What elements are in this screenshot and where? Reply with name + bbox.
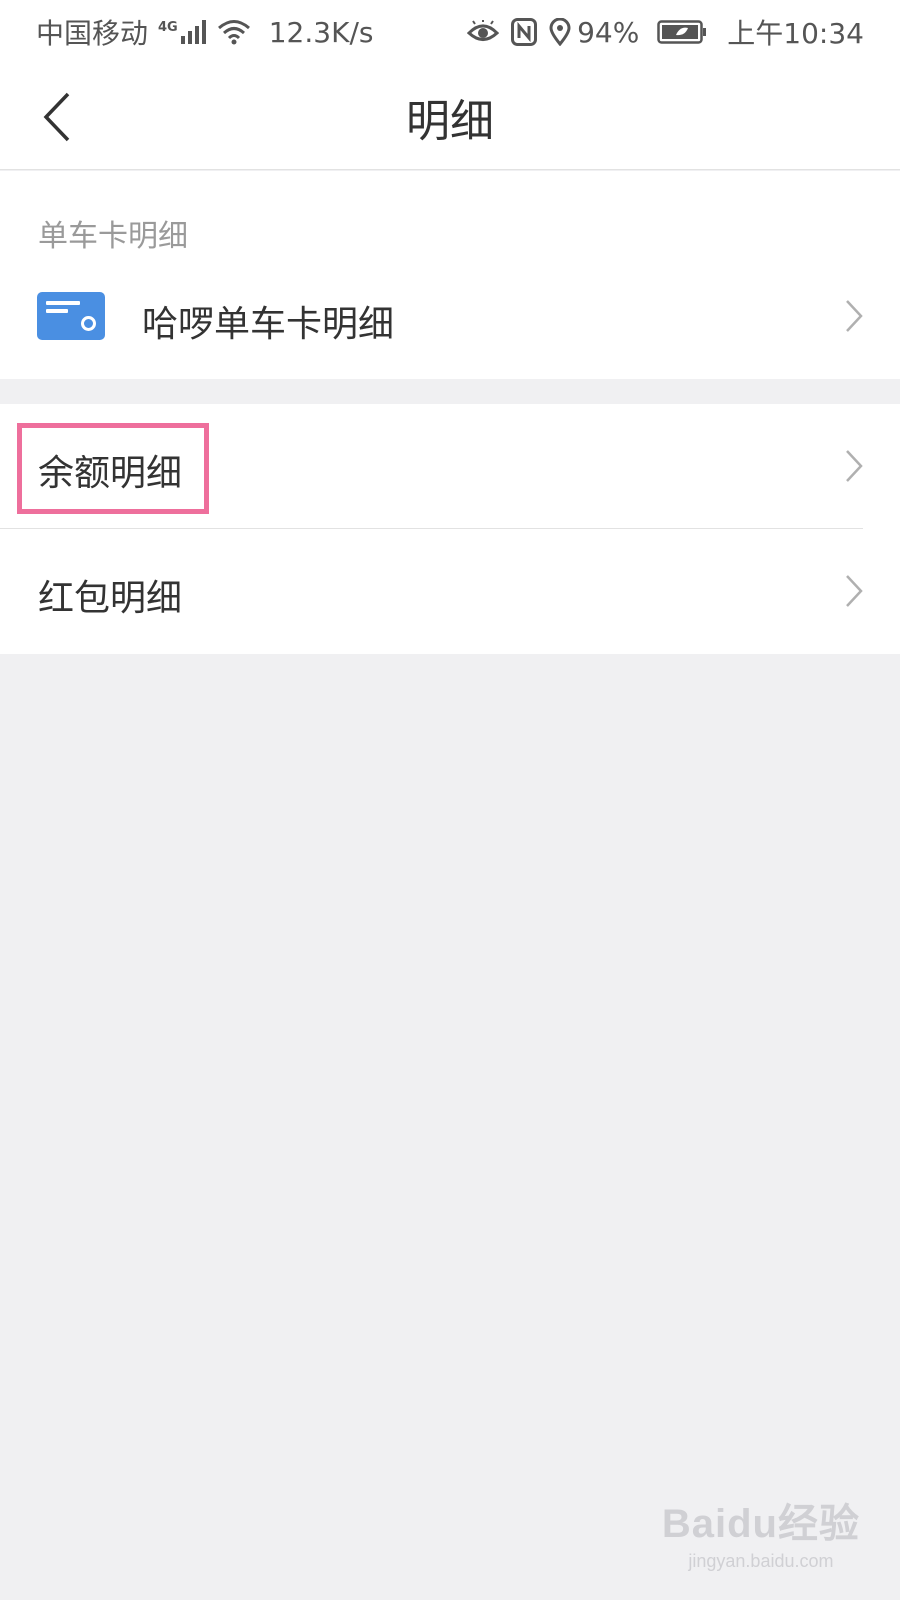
chevron-left-icon bbox=[43, 92, 70, 142]
eye-icon bbox=[467, 20, 500, 44]
red-packet-detail-label: 红包明细 bbox=[38, 578, 183, 619]
carrier-label: 中国移动 bbox=[36, 17, 149, 50]
location-icon bbox=[549, 18, 571, 46]
network-type-label: 4G bbox=[158, 20, 178, 35]
network-speed: 12.3K/s bbox=[268, 15, 374, 49]
chevron-right-icon bbox=[846, 575, 863, 607]
wifi-icon bbox=[217, 19, 251, 45]
bike-card-section: 单车卡明细 哈啰单车卡明细 bbox=[0, 171, 900, 379]
battery-icon bbox=[657, 20, 707, 44]
card-icon bbox=[37, 292, 105, 340]
bike-card-detail-label: 哈啰单车卡明细 bbox=[142, 304, 395, 345]
nfc-icon bbox=[511, 18, 538, 46]
status-left: 中国移动 4G 12.3K/s bbox=[36, 12, 373, 52]
chevron-right-icon bbox=[846, 450, 863, 482]
battery-percent: 94% bbox=[577, 15, 640, 49]
bike-card-detail-row[interactable]: 哈啰单车卡明细 bbox=[0, 269, 900, 369]
back-button[interactable] bbox=[32, 88, 82, 146]
status-bar: 中国移动 4G 12.3K/s 94% 上午10:34 bbox=[0, 0, 900, 64]
watermark-url: jingyan.baidu.com bbox=[688, 1551, 834, 1571]
watermark-brand: Baidu经验 bbox=[661, 1502, 860, 1546]
red-packet-detail-row[interactable]: 红包明细 bbox=[0, 529, 900, 653]
chevron-right-icon bbox=[846, 300, 863, 332]
highlight-box bbox=[17, 423, 209, 514]
page-title: 明细 bbox=[406, 95, 494, 147]
status-right: 94% 上午10:34 bbox=[467, 12, 864, 52]
nav-bar: 明细 bbox=[0, 64, 900, 170]
baidu-watermark: Baidu经验 jingyan.baidu.com bbox=[662, 1491, 860, 1572]
signal-icon: 4G bbox=[158, 20, 207, 44]
clock: 上午10:34 bbox=[727, 17, 864, 50]
detail-list: 余额明细 红包明细 bbox=[0, 404, 900, 654]
balance-detail-row[interactable]: 余额明细 bbox=[0, 404, 900, 529]
section-label: 单车卡明细 bbox=[38, 219, 188, 254]
